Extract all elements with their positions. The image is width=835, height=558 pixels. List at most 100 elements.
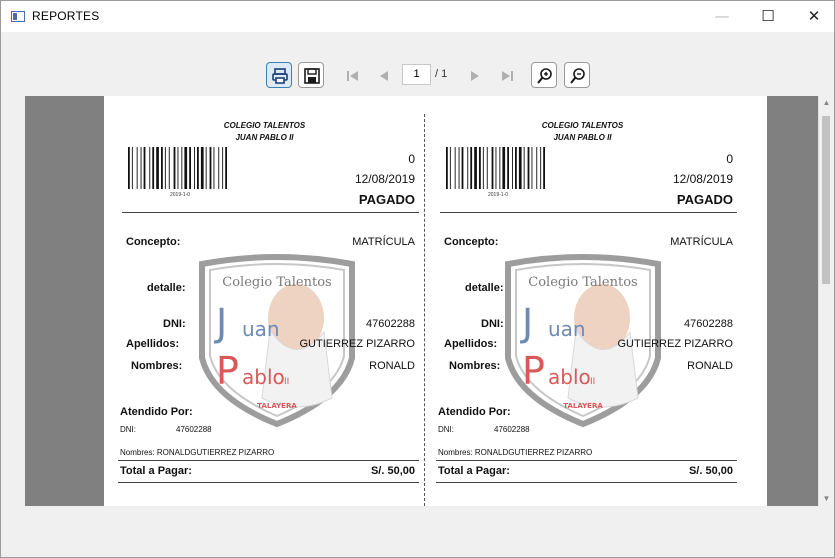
barcode-bar [540, 147, 542, 189]
crest-letter-j: J [214, 301, 227, 345]
print-button[interactable] [266, 62, 292, 88]
school-name-line2: JUAN PABLO II [553, 133, 612, 142]
barcode-bar [495, 147, 497, 189]
atendido-nombres: Nombres: RONALDGUTIERREZ PIZARRO [438, 448, 593, 457]
barcode-bar [531, 147, 533, 189]
barcode-bar [189, 147, 191, 189]
barcode-bar [173, 147, 176, 189]
reportes-window: REPORTES — ☐ ✕ 1 / 1 COLEGIO TALENTOS JU… [0, 0, 835, 558]
crest-ii-text: II [284, 377, 289, 387]
zoom-out-button[interactable] [564, 62, 590, 88]
barcode-bar [143, 147, 146, 189]
payment-receipt: COLEGIO TALENTOS JUAN PABLO II 2019-1-0 … [430, 96, 737, 506]
barcode-bar [470, 147, 473, 189]
report-viewer[interactable]: COLEGIO TALENTOS JUAN PABLO II 2019-1-0 … [25, 96, 833, 506]
zoom-in-icon [537, 68, 552, 84]
receipt-date: 12/08/2019 [672, 172, 733, 186]
apellidos-value: GUTIERREZ PIZARRO [299, 338, 415, 350]
barcode-bar [512, 147, 513, 189]
next-page-icon [471, 71, 479, 81]
total-label: Total a Pagar: [120, 465, 192, 477]
total-rule [436, 482, 737, 483]
printer-icon [272, 68, 288, 84]
barcode-bar [502, 147, 506, 189]
barcode-bar [194, 147, 195, 189]
app-icon [11, 11, 25, 22]
barcode-bar [140, 147, 142, 189]
dni-value: 47602288 [366, 318, 415, 330]
barcode-bar [527, 147, 530, 189]
concepto-value: MATRÍCULA [670, 236, 733, 248]
apellidos-label: Apellidos: [126, 338, 180, 350]
nombres-label: Nombres: [449, 360, 501, 372]
barcode-bar [225, 147, 227, 189]
page-number-input[interactable]: 1 [402, 64, 431, 85]
barcode-bar [168, 147, 170, 189]
next-page-button[interactable] [461, 62, 487, 88]
barcode-bar [499, 147, 501, 189]
nombres-label: Nombres: [131, 360, 183, 372]
header-rule [122, 212, 419, 213]
barcode-bar [161, 147, 163, 189]
atendido-por-label: Atendido Por: [120, 406, 193, 418]
report-toolbar: 1 / 1 [1, 59, 834, 91]
scrollbar-thumb[interactable] [822, 116, 830, 284]
barcode-bar [461, 147, 464, 189]
barcode-bar [454, 147, 456, 189]
barcode-bar [149, 147, 151, 189]
scroll-down-icon[interactable]: ▼ [822, 494, 831, 503]
atendido-dni-value: 47602288 [176, 425, 212, 434]
last-page-button[interactable] [493, 62, 519, 88]
crest-uan-text: uan [548, 317, 586, 341]
previous-page-button[interactable] [370, 62, 396, 88]
dni-value: 47602288 [684, 318, 733, 330]
crest-bottom-text: TALAYERA [563, 402, 603, 410]
barcode-bar [486, 147, 488, 189]
barcode-text: 2019-1-0 [170, 192, 191, 198]
atendido-dni-value: 47602288 [494, 425, 530, 434]
barcode-bar [446, 147, 448, 189]
crest-letter-p: P [216, 349, 239, 393]
barcode-bar [205, 147, 207, 189]
save-button[interactable] [298, 62, 324, 88]
barcode-bar [449, 147, 451, 189]
total-value: S/. 50,00 [370, 465, 415, 477]
crest-top-text: Colegio Talentos [528, 275, 637, 290]
cut-line-divider [424, 114, 425, 506]
barcode-bar [467, 147, 469, 189]
receipt-number: 0 [408, 152, 415, 166]
barcode-bar [507, 147, 509, 189]
close-button[interactable]: ✕ [791, 1, 835, 32]
zoom-in-button[interactable] [531, 62, 557, 88]
payment-status: PAGADO [676, 192, 733, 207]
barcode-bar [136, 147, 138, 189]
scroll-up-icon[interactable]: ▲ [822, 98, 831, 107]
barcode-bar [543, 147, 545, 189]
barcode-bar [523, 147, 525, 189]
barcode-bar [213, 147, 215, 189]
first-page-button[interactable] [339, 62, 365, 88]
total-rule [118, 482, 419, 483]
vertical-scrollbar[interactable]: ▲ ▼ [818, 96, 833, 506]
header-rule [440, 212, 737, 213]
barcode-bar [491, 147, 494, 189]
signature-rule [118, 460, 419, 461]
school-name-line2: JUAN PABLO II [235, 133, 294, 142]
barcode-bar [458, 147, 460, 189]
barcode-image [446, 147, 545, 189]
maximize-button[interactable]: ☐ [745, 1, 791, 32]
window-title: REPORTES [32, 9, 100, 23]
barcode-bar [222, 147, 224, 189]
crest-ablo-text: ablo [242, 365, 285, 389]
barcode-bar [181, 147, 183, 189]
last-page-icon [502, 71, 513, 81]
barcode-bar [197, 147, 199, 189]
barcode-bar [474, 147, 477, 189]
nombres-value: RONALD [369, 360, 415, 372]
atendido-dni-label: DNI: [438, 425, 454, 434]
barcode-bar [131, 147, 133, 189]
barcode-bar [209, 147, 212, 189]
floppy-disk-icon [304, 68, 320, 84]
crest-ii-text: II [590, 377, 595, 387]
minimize-button[interactable]: — [699, 1, 745, 32]
